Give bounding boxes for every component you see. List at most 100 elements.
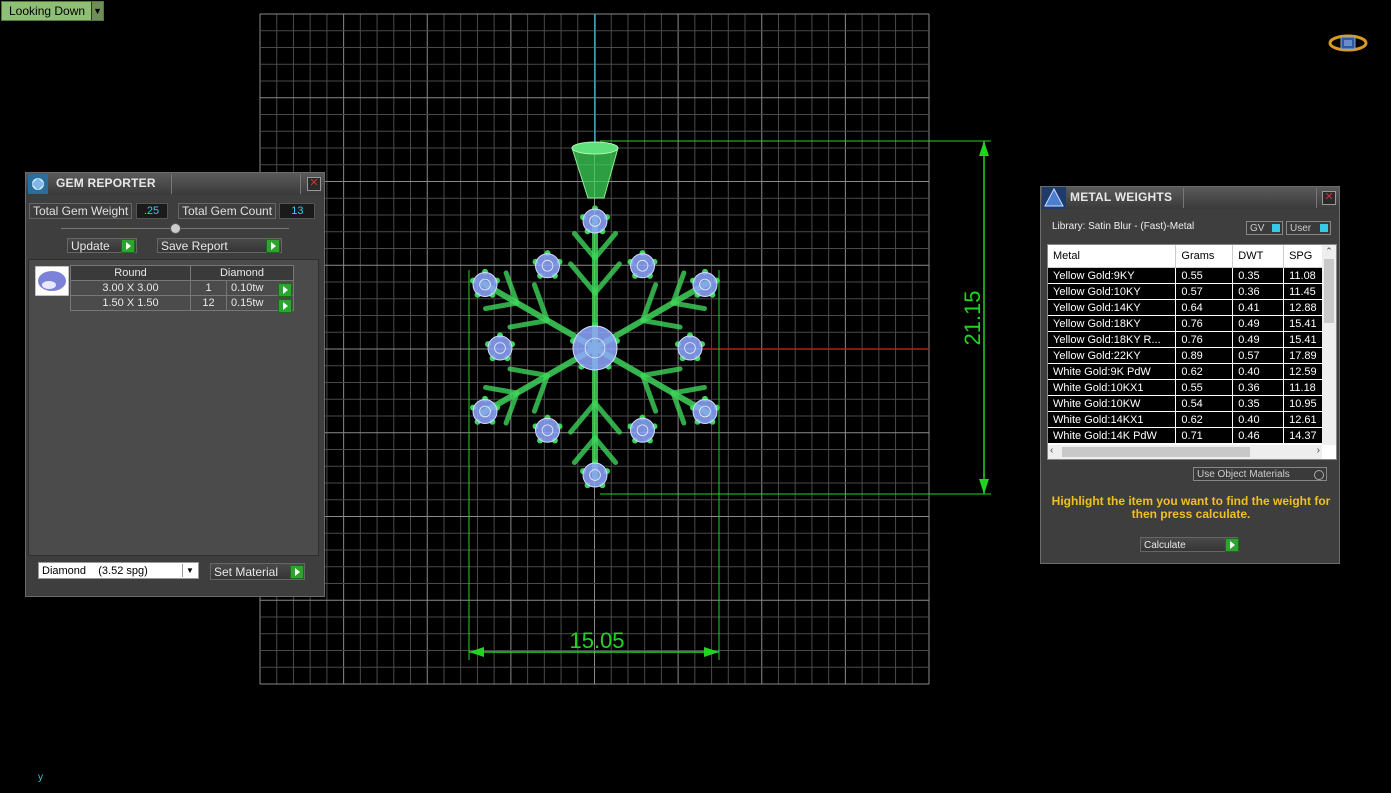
material-select[interactable]: Diamond (3.52 spg) ▼ (38, 562, 199, 579)
close-icon[interactable]: ✕ (307, 177, 321, 191)
scrollbar-thumb[interactable] (1324, 259, 1334, 323)
table-row[interactable]: White Gold:10KX1 0.55 0.36 11.18 (1048, 379, 1336, 396)
gem-count: 1 (190, 280, 227, 296)
table-row[interactable]: 3.00 X 3.00 1 0.10tw (70, 280, 294, 296)
view-mode-label: Looking Down (9, 4, 86, 18)
gem-stone (692, 399, 718, 424)
scrollbar-thumb[interactable] (1062, 447, 1250, 457)
row-arrow-icon[interactable] (278, 283, 292, 297)
table-row[interactable]: White Gold:14KX1 0.62 0.40 12.61 (1048, 411, 1336, 428)
gem-setting (675, 332, 705, 362)
calculate-arrow-icon[interactable] (1225, 538, 1239, 552)
gem-reporter-panel: GEM REPORTER ✕ Total Gem Weight .25 Tota… (25, 172, 325, 597)
gem-stone (472, 399, 498, 424)
table-row[interactable]: Yellow Gold:14KY 0.64 0.41 12.88 (1048, 299, 1336, 316)
metal-table-header: Metal Grams DWT SPG (1048, 245, 1336, 268)
use-object-materials-toggle[interactable]: Use Object Materials (1193, 467, 1327, 481)
metal-dwt: 0.46 (1232, 427, 1285, 444)
gv-label: GV (1250, 223, 1265, 234)
user-toggle[interactable]: User (1286, 221, 1331, 235)
gem-setting (627, 250, 658, 279)
chevron-right-icon[interactable]: › (1317, 445, 1320, 456)
metal-weights-titlebar[interactable]: METAL WEIGHTS ✕ (1041, 187, 1339, 209)
save-report-arrow-icon[interactable] (266, 239, 280, 253)
gem-reporter-icon (28, 174, 48, 194)
table-row[interactable]: White Gold:10KW 0.54 0.35 10.95 (1048, 395, 1336, 412)
save-report-button[interactable]: Save Report (157, 238, 282, 253)
metal-dwt: 0.41 (1232, 299, 1285, 316)
gem-stone (630, 417, 655, 443)
table-row[interactable]: Yellow Gold:22KY 0.89 0.57 17.89 (1048, 347, 1336, 364)
chevron-down-icon[interactable]: ▼ (91, 2, 104, 20)
gem-count: 12 (190, 295, 227, 311)
gem-stone (582, 462, 608, 488)
metal-grams: 0.62 (1175, 411, 1234, 428)
metal-name: Yellow Gold:18KY (1048, 315, 1177, 332)
titlebar-divider (171, 174, 301, 194)
snowflake-branch (640, 366, 683, 378)
chevron-down-icon[interactable]: ▼ (182, 564, 197, 577)
metal-table: Metal Grams DWT SPG Yellow Gold:9KY 0.55 0… (1048, 245, 1336, 444)
user-label: User (1290, 223, 1312, 234)
row-arrow-icon[interactable] (278, 299, 292, 313)
use-object-materials-label: Use Object Materials (1197, 469, 1290, 480)
update-arrow-icon[interactable] (121, 239, 135, 253)
metal-dwt: 0.36 (1232, 379, 1285, 396)
set-material-arrow-icon[interactable] (290, 565, 304, 579)
navigation-cube-icon[interactable] (1328, 32, 1368, 54)
table-row[interactable]: 1.50 X 1.50 12 0.15tw (70, 295, 294, 311)
snowflake-branch (592, 400, 622, 435)
table-row[interactable]: White Gold:9K PdW 0.62 0.40 12.59 (1048, 363, 1336, 380)
chevron-left-icon[interactable]: ‹ (1050, 445, 1053, 456)
metal-grams: 0.62 (1175, 363, 1234, 380)
library-label: Library: Satin Blur - (Fast)-Metal (1052, 221, 1195, 232)
gem-setting (580, 205, 610, 235)
round-gem-icon[interactable] (35, 266, 69, 296)
instruction-message: Highlight the item you want to find the … (1051, 494, 1331, 521)
metal-grams: 0.76 (1175, 331, 1234, 348)
gv-toggle[interactable]: GV (1246, 221, 1283, 235)
vertical-scrollbar[interactable]: ⌃ (1322, 245, 1336, 445)
radio-icon (1314, 470, 1324, 480)
column-header[interactable]: Grams (1175, 245, 1234, 268)
snowflake-branch (592, 261, 622, 296)
slider-handle[interactable] (170, 223, 181, 234)
metal-name: Yellow Gold:10KY (1048, 283, 1177, 300)
metal-table-container[interactable]: Metal Grams DWT SPG Yellow Gold:9KY 0.55 0… (1047, 244, 1337, 460)
gem-stone (472, 272, 498, 297)
gem-stone (535, 417, 560, 443)
gem-size: 1.50 X 1.50 (70, 295, 191, 311)
column-header[interactable]: DWT (1232, 245, 1285, 268)
metal-name: Yellow Gold:18KY R... (1048, 331, 1177, 348)
bail-top (571, 141, 619, 155)
chevron-up-icon[interactable]: ⌃ (1322, 245, 1336, 257)
snowflake-branch (592, 435, 619, 466)
gem-stone (487, 335, 513, 361)
update-label: Update (71, 239, 110, 253)
snowflake-branch (507, 366, 550, 378)
gem-setting (532, 250, 563, 279)
table-row[interactable]: Yellow Gold:10KY 0.57 0.36 11.45 (1048, 283, 1336, 300)
table-row[interactable]: Yellow Gold:18KY R... 0.76 0.49 15.41 (1048, 331, 1336, 348)
calculate-button[interactable]: Calculate (1140, 537, 1238, 552)
snowflake-branch (592, 230, 619, 261)
table-row[interactable]: White Gold:14K PdW 0.71 0.46 14.37 (1048, 427, 1336, 444)
metal-grams: 0.71 (1175, 427, 1234, 444)
arrow-left-icon (469, 647, 484, 657)
gem-setting (470, 395, 500, 425)
gem-shape-header: Round (70, 265, 191, 281)
snowflake-branch (483, 384, 520, 396)
gem-reporter-titlebar[interactable]: GEM REPORTER ✕ (26, 173, 324, 195)
table-row[interactable]: Yellow Gold:18KY 0.76 0.49 15.41 (1048, 315, 1336, 332)
metal-dwt: 0.36 (1232, 283, 1285, 300)
metal-name: Yellow Gold:22KY (1048, 347, 1177, 364)
table-row[interactable]: Yellow Gold:9KY 0.55 0.35 11.08 (1048, 267, 1336, 284)
view-mode-dropdown[interactable]: Looking Down ▼ (1, 1, 105, 21)
metal-name: White Gold:10KW (1048, 395, 1177, 412)
snowflake-branch (568, 400, 598, 435)
horizontal-scrollbar[interactable]: ‹ › (1048, 445, 1322, 459)
gem-stone (692, 272, 718, 297)
column-header[interactable]: Metal (1048, 245, 1177, 268)
snowflake-branch (483, 300, 520, 312)
close-icon[interactable]: ✕ (1322, 191, 1336, 205)
